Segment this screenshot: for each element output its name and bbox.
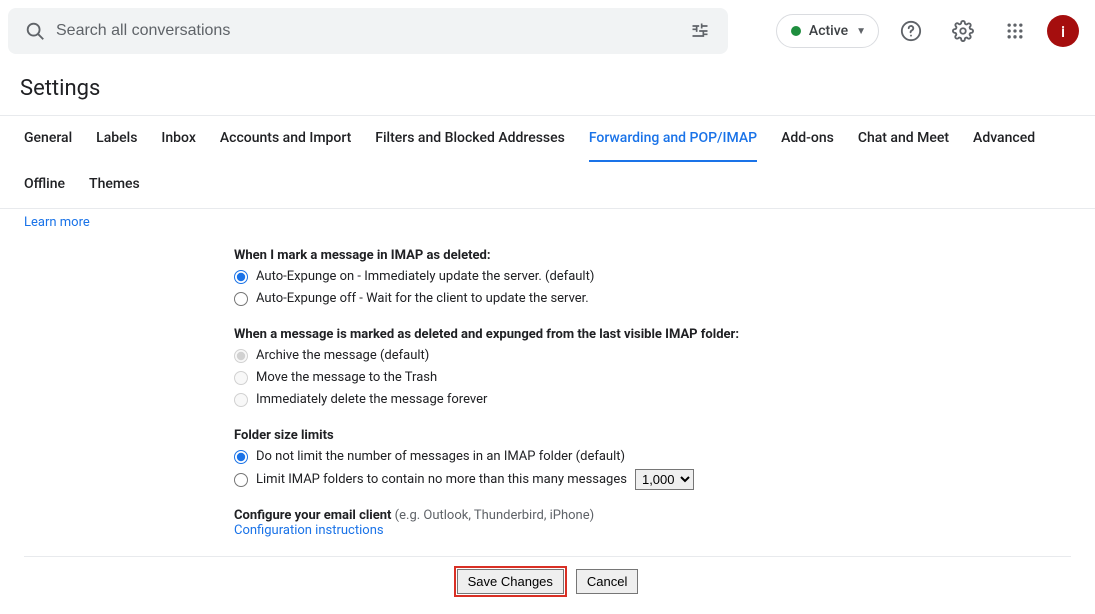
- tab-chat-and-meet[interactable]: Chat and Meet: [858, 116, 949, 162]
- search-input[interactable]: [46, 22, 680, 40]
- tab-inbox[interactable]: Inbox: [161, 116, 195, 162]
- delete-forever-label: Immediately delete the message forever: [256, 390, 487, 410]
- gear-icon[interactable]: [943, 11, 983, 51]
- archive-label: Archive the message (default): [256, 346, 429, 366]
- no-limit-radio[interactable]: [234, 450, 248, 464]
- expunged-heading: When a message is marked as deleted and …: [234, 327, 1071, 342]
- learn-more-link[interactable]: Learn more: [24, 215, 1071, 230]
- tab-advanced[interactable]: Advanced: [973, 116, 1035, 162]
- tab-offline[interactable]: Offline: [24, 162, 65, 208]
- folder-limits-heading: Folder size limits: [234, 428, 1071, 443]
- delete-forever-radio[interactable]: [234, 393, 248, 407]
- search-icon: [24, 20, 46, 42]
- limit-label: Limit IMAP folders to contain no more th…: [256, 470, 627, 490]
- settings-tabs: General Labels Inbox Accounts and Import Fil…: [0, 116, 1095, 209]
- avatar[interactable]: i: [1047, 15, 1079, 47]
- trash-label: Move the message to the Trash: [256, 368, 437, 388]
- no-limit-option[interactable]: Do not limit the number of messages in a…: [234, 447, 1071, 467]
- help-icon[interactable]: [891, 11, 931, 51]
- configure-heading: Configure your email client: [234, 508, 391, 523]
- search-box[interactable]: [8, 8, 728, 54]
- avatar-letter: i: [1061, 22, 1065, 41]
- page-title: Settings: [0, 62, 1095, 116]
- archive-option[interactable]: Archive the message (default): [234, 346, 1071, 366]
- status-chip[interactable]: Active ▼: [776, 14, 879, 48]
- status-dot-icon: [791, 26, 801, 36]
- no-limit-label: Do not limit the number of messages in a…: [256, 447, 625, 467]
- header-bar: Active ▼ i: [0, 0, 1095, 62]
- auto-expunge-on-radio[interactable]: [234, 270, 248, 284]
- tab-labels[interactable]: Labels: [96, 116, 137, 162]
- tab-accounts-and-import[interactable]: Accounts and Import: [220, 116, 351, 162]
- limit-select[interactable]: 1,000: [635, 469, 694, 490]
- apps-grid-icon[interactable]: [995, 11, 1035, 51]
- limit-radio[interactable]: [234, 473, 248, 487]
- chevron-down-icon: ▼: [856, 26, 866, 37]
- configuration-instructions-link[interactable]: Configuration instructions: [234, 523, 1071, 538]
- archive-radio[interactable]: [234, 349, 248, 363]
- auto-expunge-off-radio[interactable]: [234, 292, 248, 306]
- configure-hint: (e.g. Outlook, Thunderbird, iPhone): [395, 508, 594, 523]
- auto-expunge-off-label: Auto-Expunge off - Wait for the client t…: [256, 289, 589, 309]
- tab-forwarding-and-pop-imap[interactable]: Forwarding and POP/IMAP: [589, 116, 757, 162]
- trash-option[interactable]: Move the message to the Trash: [234, 368, 1071, 388]
- action-buttons: Save Changes Cancel: [24, 556, 1071, 594]
- tab-themes[interactable]: Themes: [89, 162, 140, 208]
- status-label: Active: [809, 23, 848, 39]
- auto-expunge-off-option[interactable]: Auto-Expunge off - Wait for the client t…: [234, 289, 1071, 309]
- auto-expunge-on-label: Auto-Expunge on - Immediately update the…: [256, 267, 594, 287]
- imap-delete-heading: When I mark a message in IMAP as deleted…: [234, 248, 1071, 263]
- search-options-icon[interactable]: [680, 11, 720, 51]
- cancel-button[interactable]: Cancel: [576, 569, 638, 594]
- trash-radio[interactable]: [234, 371, 248, 385]
- delete-forever-option[interactable]: Immediately delete the message forever: [234, 390, 1071, 410]
- tab-add-ons[interactable]: Add-ons: [781, 116, 834, 162]
- auto-expunge-on-option[interactable]: Auto-Expunge on - Immediately update the…: [234, 267, 1071, 287]
- tab-filters-and-blocked-addresses[interactable]: Filters and Blocked Addresses: [375, 116, 565, 162]
- save-changes-button[interactable]: Save Changes: [457, 569, 564, 594]
- tab-general[interactable]: General: [24, 116, 72, 162]
- limit-option[interactable]: Limit IMAP folders to contain no more th…: [234, 469, 1071, 490]
